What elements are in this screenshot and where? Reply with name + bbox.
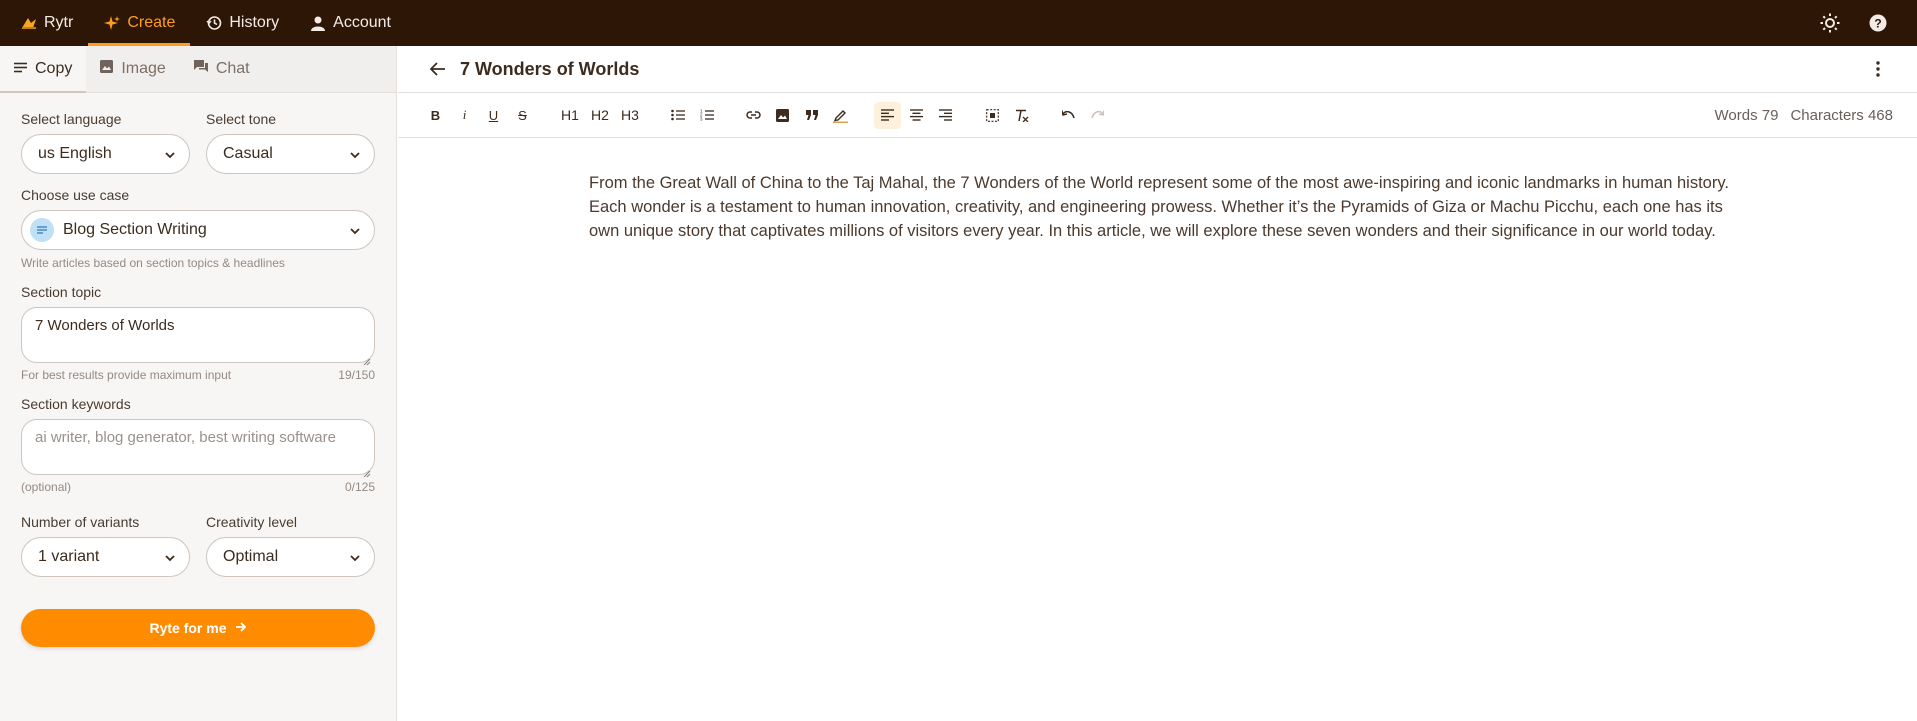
nav-create[interactable]: Create	[88, 0, 191, 46]
bullet-list-icon[interactable]	[664, 102, 691, 129]
align-right-icon[interactable]	[932, 102, 959, 129]
tab-chat[interactable]: Chat	[180, 46, 264, 92]
chevron-down-icon	[348, 224, 362, 238]
editor-content[interactable]: From the Great Wall of China to the Taj …	[589, 171, 1729, 243]
variants-value: 1 variant	[38, 548, 100, 565]
top-navigation-bar: Rytr Create History Account ?	[0, 0, 1917, 46]
brand-logo[interactable]: Rytr	[0, 0, 88, 46]
usecase-select[interactable]: Blog Section Writing	[21, 210, 375, 250]
ryte-for-me-button[interactable]: Ryte for me	[21, 609, 375, 647]
variants-label: Number of variants	[21, 514, 140, 530]
topic-value: 7 Wonders of Worlds	[35, 317, 175, 334]
topic-hint: For best results provide maximum input	[21, 368, 232, 382]
topic-label: Section topic	[21, 284, 102, 300]
help-icon[interactable]: ?	[1867, 12, 1889, 34]
language-select[interactable]: us English	[21, 134, 190, 174]
svg-text:3: 3	[700, 117, 703, 122]
keywords-count: 0/125	[344, 480, 375, 494]
creativity-select[interactable]: Optimal	[206, 537, 375, 577]
keywords-placeholder: ai writer, blog generator, best writing …	[35, 429, 336, 446]
tab-copy-label: Copy	[35, 60, 73, 77]
usecase-label: Choose use case	[21, 187, 130, 203]
tab-image[interactable]: Image	[86, 46, 179, 92]
language-value: us English	[38, 145, 112, 162]
numbered-list-icon[interactable]: 123	[693, 102, 720, 129]
sparkle-icon	[103, 14, 121, 32]
nav-account-label: Account	[333, 14, 391, 31]
usecase-value: Blog Section Writing	[63, 221, 207, 238]
keywords-label: Section keywords	[21, 396, 131, 412]
words-count: Words 79	[1714, 107, 1779, 124]
language-label: Select language	[21, 111, 122, 127]
svg-text:?: ?	[1874, 17, 1881, 31]
align-center-icon[interactable]	[903, 102, 930, 129]
bold-button[interactable]: B	[422, 102, 449, 129]
tab-chat-label: Chat	[215, 60, 250, 77]
heading2-button[interactable]: H2	[586, 102, 614, 129]
tone-value: Casual	[223, 145, 273, 162]
keywords-textarea[interactable]: ai writer, blog generator, best writing …	[21, 419, 375, 478]
arrow-right-icon	[235, 620, 247, 636]
variants-select[interactable]: 1 variant	[21, 537, 190, 577]
nav-history[interactable]: History	[190, 0, 294, 46]
heading1-button[interactable]: H1	[556, 102, 584, 129]
usecase-hint: Write articles based on section topics &…	[21, 256, 285, 270]
link-icon[interactable]	[740, 102, 767, 129]
tone-select[interactable]: Casual	[206, 134, 375, 174]
history-icon	[205, 14, 223, 32]
more-options-icon[interactable]	[1867, 58, 1889, 80]
heading3-button[interactable]: H3	[616, 102, 644, 129]
topic-textarea[interactable]: 7 Wonders of Worlds	[21, 307, 375, 366]
chevron-down-icon	[163, 551, 177, 565]
user-icon	[309, 14, 327, 32]
chat-icon	[193, 60, 208, 78]
document-header: 7 Wonders of Worlds	[398, 46, 1917, 93]
quote-icon[interactable]	[798, 102, 825, 129]
rytr-logo-icon	[20, 14, 38, 32]
chevron-down-icon	[348, 551, 362, 565]
sidebar-tabs: Copy Image Chat	[0, 46, 396, 93]
clear-format-icon[interactable]	[1008, 102, 1035, 129]
select-all-icon[interactable]	[979, 102, 1006, 129]
resize-handle-icon[interactable]	[363, 351, 371, 366]
chevron-down-icon	[163, 148, 177, 162]
strikethrough-button[interactable]: S	[509, 102, 536, 129]
nav-create-label: Create	[127, 14, 176, 31]
align-left-icon[interactable]	[874, 101, 901, 129]
undo-icon[interactable]	[1055, 102, 1082, 129]
document-title[interactable]: 7 Wonders of Worlds	[460, 59, 639, 80]
italic-button[interactable]: i	[451, 102, 478, 129]
creativity-label: Creativity level	[206, 514, 298, 530]
image-icon	[100, 60, 114, 78]
highlight-pen-icon[interactable]	[827, 102, 854, 129]
redo-icon[interactable]	[1084, 102, 1111, 129]
keywords-hint: (optional)	[21, 480, 72, 494]
editor-panel: 7 Wonders of Worlds B i U S H1 H2 H3 123…	[398, 46, 1917, 721]
tone-label: Select tone	[206, 111, 277, 127]
sidebar-panel: Copy Image Chat Select language us Engli…	[0, 46, 397, 721]
chevron-down-icon	[348, 148, 362, 162]
sun-icon[interactable]	[1819, 12, 1841, 34]
word-count-display: Words 79 Characters 468	[1715, 107, 1893, 124]
lines-icon	[14, 60, 27, 78]
tab-copy[interactable]: Copy	[0, 46, 87, 93]
ryte-for-me-label: Ryte for me	[149, 620, 227, 636]
topic-count: 19/150	[338, 368, 375, 382]
underline-button[interactable]: U	[480, 102, 507, 129]
resize-handle-icon[interactable]	[363, 463, 371, 478]
usecase-icon	[30, 218, 54, 242]
back-arrow-icon[interactable]	[428, 59, 448, 79]
tab-image-label: Image	[121, 60, 166, 77]
brand-name: Rytr	[44, 14, 74, 31]
nav-account[interactable]: Account	[294, 0, 406, 46]
creativity-value: Optimal	[223, 548, 279, 565]
insert-image-icon[interactable]	[769, 102, 796, 129]
characters-count: Characters 468	[1790, 107, 1893, 124]
editor-toolbar: B i U S H1 H2 H3 123 Words 79 Characters…	[398, 93, 1917, 138]
nav-history-label: History	[229, 14, 280, 31]
